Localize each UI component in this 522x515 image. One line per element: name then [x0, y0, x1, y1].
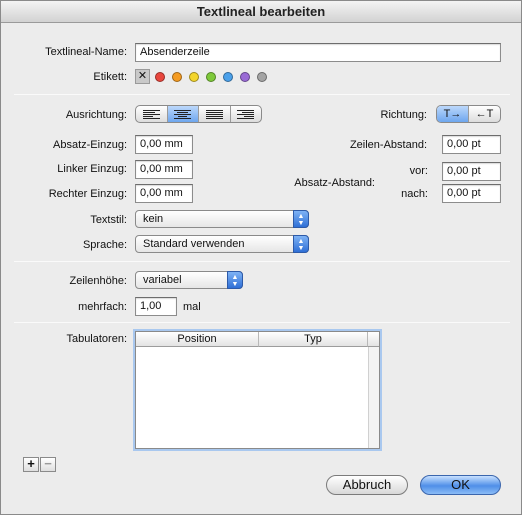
popup-arrows-icon: ▲ ▼ [227, 271, 243, 289]
align-right-icon [237, 109, 255, 119]
textstyle-value: kein [143, 213, 164, 225]
multiple-field[interactable]: 1,00 [135, 297, 177, 316]
direction-ltr-button[interactable]: T→ [437, 106, 469, 122]
tag-label: Etikett: [93, 71, 127, 83]
separator [14, 322, 510, 323]
tabs-label: Tabulatoren: [66, 333, 127, 345]
multiple-label: mehrfach: [78, 301, 127, 313]
name-label: Textlineal-Name: [45, 46, 127, 58]
tabs-scrollbar[interactable] [368, 347, 379, 448]
line-spacing-label: Zeilen-Abstand: [349, 139, 427, 151]
line-height-popup[interactable]: variabel ▲ ▼ [135, 271, 243, 289]
add-tab-button[interactable]: + [23, 457, 39, 472]
window-title: Textlineal bearbeiten [1, 1, 521, 23]
separator [14, 261, 510, 262]
align-right-button[interactable] [231, 106, 262, 122]
language-label: Sprache: [82, 239, 127, 251]
left-indent-label: Linker Einzug: [57, 163, 127, 175]
left-indent-field[interactable]: 0,00 mm [135, 160, 193, 179]
align-left-icon [142, 109, 160, 119]
textstyle-popup[interactable]: kein ▲ ▼ [135, 210, 309, 228]
right-indent-label: Rechter Einzug: [48, 188, 127, 200]
align-center-button[interactable] [167, 106, 199, 122]
space-before-label: vor: [409, 165, 428, 177]
paragraph-indent-field[interactable]: 0,00 mm [135, 135, 193, 154]
align-center-icon [174, 109, 192, 119]
line-spacing-field[interactable]: 0,00 pt [442, 135, 501, 154]
tabs-table[interactable]: Position Typ [135, 331, 380, 449]
language-value: Standard verwenden [143, 238, 245, 250]
space-before-field[interactable]: 0,00 pt [442, 162, 501, 181]
right-indent-field[interactable]: 0,00 mm [135, 184, 193, 203]
tag-color-dot[interactable] [206, 72, 216, 82]
alignment-segmented-control[interactable] [135, 105, 262, 123]
direction-label: Richtung: [380, 109, 427, 121]
tag-color-dot[interactable] [172, 72, 182, 82]
popup-arrows-icon: ▲ ▼ [293, 235, 309, 253]
align-justify-button[interactable] [199, 106, 231, 122]
remove-tab-button[interactable]: − [40, 457, 56, 472]
cancel-button[interactable]: Abbruch [326, 475, 408, 495]
alignment-label: Ausrichtung: [65, 109, 127, 121]
popup-arrows-icon: ▲ ▼ [293, 210, 309, 228]
multiple-unit: mal [183, 301, 201, 313]
tag-color-dot[interactable] [240, 72, 250, 82]
line-height-value: variabel [143, 274, 182, 286]
tag-color-dot[interactable] [189, 72, 199, 82]
ok-button[interactable]: OK [420, 475, 501, 495]
align-justify-icon [205, 109, 223, 119]
column-header-position[interactable]: Position [136, 332, 259, 347]
tag-color-dot[interactable] [257, 72, 267, 82]
align-left-button[interactable] [136, 106, 168, 122]
tag-color-dot[interactable] [223, 72, 233, 82]
name-field[interactable]: Absenderzeile [135, 43, 501, 62]
textstyle-label: Textstil: [90, 214, 127, 226]
paragraph-spacing-label: Absatz-Abstand: [294, 177, 375, 189]
tag-none-icon[interactable]: ✕ [135, 69, 150, 84]
space-after-field[interactable]: 0,00 pt [442, 184, 501, 203]
line-height-label: Zeilenhöhe: [69, 275, 128, 287]
column-header-corner [368, 332, 379, 347]
language-popup[interactable]: Standard verwenden ▲ ▼ [135, 235, 309, 253]
column-header-type[interactable]: Typ [259, 332, 368, 347]
dialog-window: Textlineal bearbeiten Textlineal-Name: A… [0, 0, 522, 515]
direction-segmented-control[interactable]: T→ ←T [436, 105, 501, 123]
separator [14, 94, 510, 95]
space-after-label: nach: [401, 188, 428, 200]
direction-rtl-button[interactable]: ←T [469, 106, 500, 122]
tag-color-dot[interactable] [155, 72, 165, 82]
paragraph-indent-label: Absatz-Einzug: [53, 139, 127, 151]
